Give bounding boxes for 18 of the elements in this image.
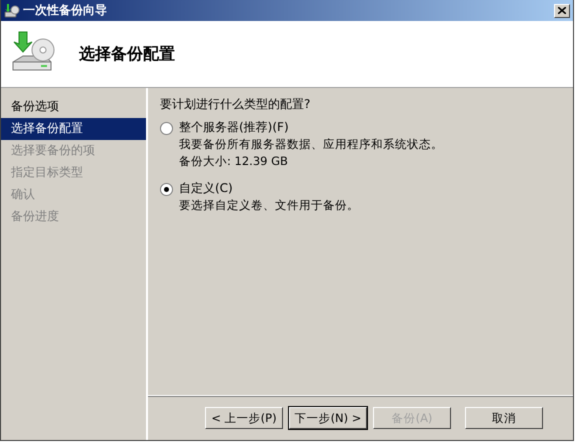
option-description: 要选择自定义卷、文件用于备份。	[179, 197, 359, 214]
option-label[interactable]: 自定义(C)	[179, 180, 359, 197]
radio-button[interactable]	[160, 183, 173, 196]
wizard-button[interactable]: 取消	[465, 407, 543, 429]
step-item[interactable]: 选择备份配置	[1, 118, 146, 140]
question-text: 要计划进行什么类型的配置?	[160, 96, 312, 113]
step-item[interactable]: 备份选项	[1, 96, 146, 118]
close-icon	[558, 7, 566, 14]
close-button[interactable]	[554, 4, 570, 18]
page-title: 选择备份配置	[79, 44, 175, 64]
radio-button[interactable]	[160, 122, 173, 135]
backup-icon	[4, 2, 20, 18]
backup-size-text: 备份大小: 12.39 GB	[179, 153, 289, 170]
option-label[interactable]: 整个服务器(推荐)(F)	[179, 119, 443, 136]
wizard-button[interactable]: < 上一步(P)	[205, 407, 283, 429]
wizard-button[interactable]: 下一步(N) >	[289, 407, 367, 429]
window-title: 一次性备份向导	[23, 2, 107, 19]
option-description: 我要备份所有服务器数据、应用程序和系统状态。	[179, 136, 443, 153]
